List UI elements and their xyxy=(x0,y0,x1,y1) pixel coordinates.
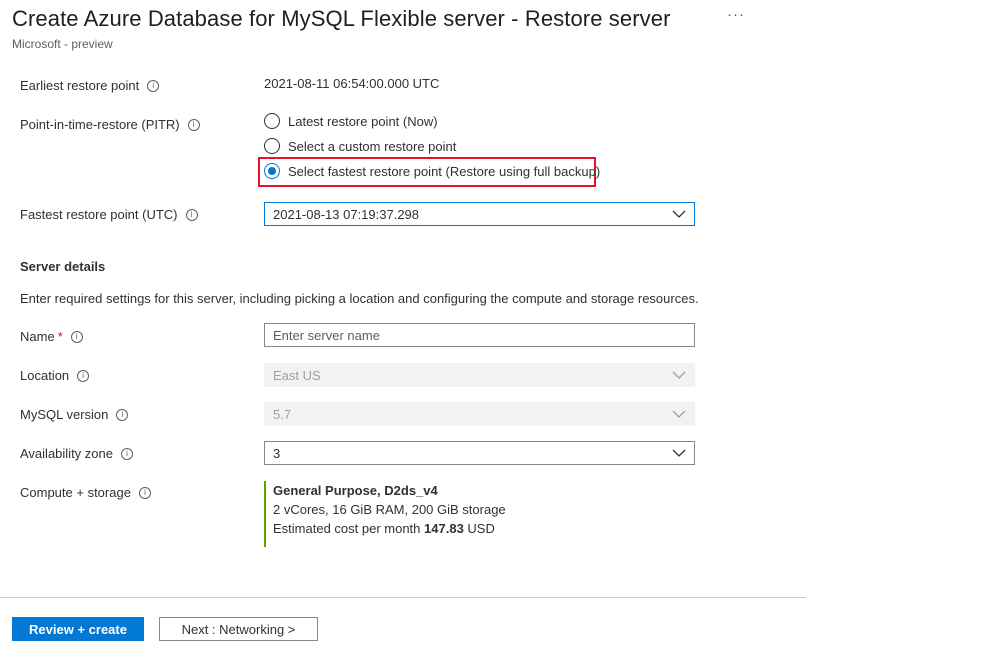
earliest-restore-label: Earliest restore point xyxy=(20,78,140,93)
name-label-row: Name * i xyxy=(20,329,83,344)
pitr-label-row: Point-in-time-restore (PITR) i xyxy=(20,117,200,132)
section-heading: Server details xyxy=(20,259,106,274)
info-icon[interactable]: i xyxy=(120,447,133,460)
compute-specs: 2 vCores, 16 GiB RAM, 200 GiB storage xyxy=(273,502,506,517)
info-icon[interactable]: i xyxy=(185,208,198,221)
page-subtitle: Microsoft - preview xyxy=(12,37,113,51)
cost-value: 147.83 xyxy=(424,521,464,536)
radio-button[interactable] xyxy=(264,113,280,129)
location-dropdown: East US xyxy=(264,363,695,387)
compute-summary: General Purpose, D2ds_v4 2 vCores, 16 Gi… xyxy=(264,481,506,547)
section-description: Enter required settings for this server,… xyxy=(20,291,699,306)
location-label: Location xyxy=(20,368,70,383)
zone-label: Availability zone xyxy=(20,446,113,461)
info-icon[interactable]: i xyxy=(116,408,129,421)
chevron-down-icon xyxy=(672,210,686,218)
mysql-version-dropdown: 5.7 xyxy=(264,402,695,426)
earliest-restore-value: 2021-08-11 06:54:00.000 UTC xyxy=(264,76,440,91)
chevron-down-icon xyxy=(672,449,686,457)
earliest-restore-label-row: Earliest restore point i xyxy=(20,78,160,93)
more-options-icon[interactable]: ··· xyxy=(727,6,745,23)
cost-currency: USD xyxy=(467,521,495,536)
review-create-button[interactable]: Review + create xyxy=(12,617,144,641)
info-icon[interactable]: i xyxy=(187,118,200,131)
page-title: Create Azure Database for MySQL Flexible… xyxy=(12,6,671,31)
info-icon[interactable]: i xyxy=(147,79,160,92)
next-networking-button[interactable]: Next : Networking > xyxy=(159,617,318,641)
compute-label: Compute + storage xyxy=(20,485,131,500)
fastest-restore-label: Fastest restore point (UTC) xyxy=(20,207,178,222)
version-label: MySQL version xyxy=(20,407,109,422)
radio-button[interactable] xyxy=(264,138,280,154)
fastest-restore-label-row: Fastest restore point (UTC) i xyxy=(20,207,198,222)
required-indicator: * xyxy=(57,329,63,344)
mysql-version-value: 5.7 xyxy=(273,406,292,422)
info-icon[interactable]: i xyxy=(77,369,90,382)
info-icon[interactable]: i xyxy=(138,486,151,499)
location-label-row: Location i xyxy=(20,368,90,383)
radio-custom-restore[interactable]: Select a custom restore point xyxy=(264,138,456,154)
server-name-input[interactable] xyxy=(273,327,686,343)
radio-button-selected[interactable] xyxy=(264,163,280,179)
fastest-restore-dropdown[interactable]: 2021-08-13 07:19:37.298 xyxy=(264,202,695,226)
chevron-down-icon xyxy=(672,371,686,379)
info-icon[interactable]: i xyxy=(70,330,83,343)
cost-prefix: Estimated cost per month xyxy=(273,521,421,536)
server-name-field[interactable] xyxy=(264,323,695,347)
radio-label: Select fastest restore point (Restore us… xyxy=(288,163,601,179)
compute-tier: General Purpose, D2ds_v4 xyxy=(273,483,438,498)
chevron-down-icon xyxy=(672,410,686,418)
zone-label-row: Availability zone i xyxy=(20,446,133,461)
location-value: East US xyxy=(273,367,321,383)
availability-zone-value: 3 xyxy=(273,445,281,461)
radio-latest-restore[interactable]: Latest restore point (Now) xyxy=(264,113,438,129)
fastest-restore-value: 2021-08-13 07:19:37.298 xyxy=(273,206,420,222)
compute-label-row: Compute + storage i xyxy=(20,485,151,500)
version-label-row: MySQL version i xyxy=(20,407,129,422)
radio-label: Select a custom restore point xyxy=(288,138,457,154)
estimated-cost: Estimated cost per month 147.83 USD xyxy=(273,519,506,538)
name-label: Name xyxy=(20,329,55,344)
footer-divider xyxy=(0,597,806,598)
pitr-label: Point-in-time-restore (PITR) xyxy=(20,117,180,132)
radio-label: Latest restore point (Now) xyxy=(288,113,438,129)
availability-zone-dropdown[interactable]: 3 xyxy=(264,441,695,465)
radio-fastest-restore[interactable]: Select fastest restore point (Restore us… xyxy=(264,163,600,179)
